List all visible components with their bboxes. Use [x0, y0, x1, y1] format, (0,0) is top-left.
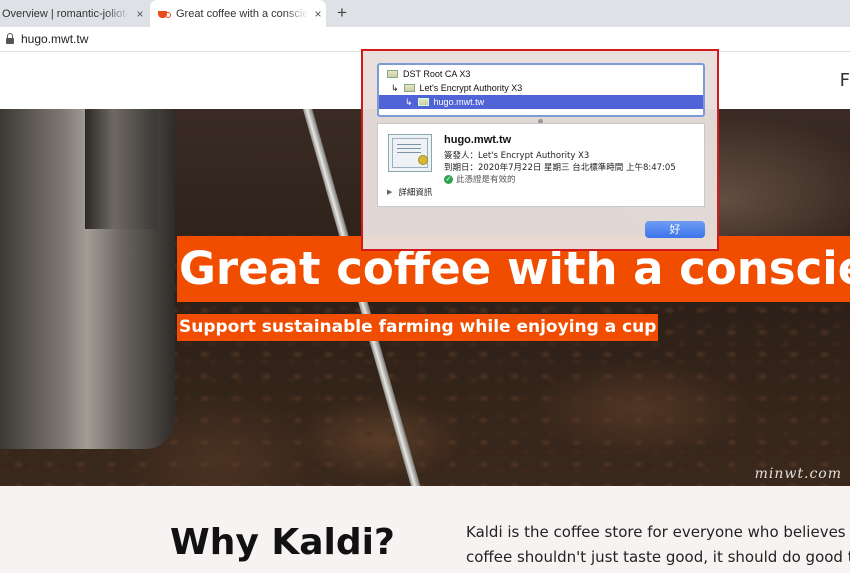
tab-kaldi[interactable]: Great coffee with a conscience ×	[150, 0, 326, 27]
tab-overview[interactable]: Overview | romantic-joliot-57d ×	[0, 0, 148, 27]
certificate-icon	[417, 98, 429, 106]
url-text[interactable]: hugo.mwt.tw	[21, 32, 88, 46]
section-text-line: coffee shouldn't just taste good, it sho…	[466, 548, 850, 566]
section-title: Why Kaldi?	[170, 522, 395, 563]
certificate-icon	[388, 134, 432, 172]
certificate-detail-pane: hugo.mwt.tw 簽發人：Let's Encrypt Authority …	[377, 123, 705, 207]
certificate-dialog: DST Root CA X3 ↳ Let's Encrypt Authority…	[361, 49, 719, 251]
certificate-icon	[387, 70, 398, 78]
branch-arrow-icon: ↳	[405, 96, 413, 107]
close-icon[interactable]: ×	[312, 7, 324, 21]
certificate-chain-tree: DST Root CA X3 ↳ Let's Encrypt Authority…	[377, 63, 705, 117]
nav-item[interactable]: F	[840, 70, 850, 91]
close-icon[interactable]: ×	[134, 7, 146, 21]
certificate-valid-status: ✓ 此憑證是有效的	[444, 173, 516, 185]
details-label: 詳細資訊	[398, 188, 433, 198]
tab-title: Great coffee with a conscience	[176, 7, 308, 20]
disclosure-triangle-icon: ▶	[387, 188, 393, 196]
lock-icon[interactable]	[6, 33, 14, 44]
tab-strip: Overview | romantic-joliot-57d × Great c…	[0, 0, 850, 27]
hero-subtitle: Support sustainable farming while enjoyi…	[177, 314, 659, 341]
chain-item-label: Let's Encrypt Authority X3	[419, 83, 523, 93]
new-tab-button[interactable]: +	[333, 3, 351, 23]
coffee-cup-icon	[158, 9, 171, 19]
details-disclosure[interactable]: ▶ 詳細資訊	[387, 186, 432, 198]
branch-arrow-icon: ↳	[391, 82, 399, 93]
certificate-text-lines	[397, 144, 421, 156]
chain-item-label: hugo.mwt.tw	[433, 97, 485, 107]
chain-item-intermediate[interactable]: ↳ Let's Encrypt Authority X3	[379, 81, 703, 95]
certificate-icon	[403, 84, 415, 92]
ok-button[interactable]: 好	[645, 221, 705, 238]
tab-title: Overview | romantic-joliot-57d	[2, 7, 130, 20]
chain-item-label: DST Root CA X3	[403, 69, 471, 79]
section-text-line: Kaldi is the coffee store for everyone w…	[466, 523, 850, 541]
certificate-issuer: 簽發人：Let's Encrypt Authority X3	[444, 151, 590, 161]
check-circle-icon: ✓	[444, 174, 453, 184]
grinder-cap-image	[85, 109, 157, 229]
certificate-seal	[418, 155, 428, 165]
chain-item-leaf-selected[interactable]: ↳ hugo.mwt.tw	[379, 95, 703, 109]
chain-item-root[interactable]: DST Root CA X3	[379, 67, 703, 81]
why-kaldi-section: Why Kaldi? Kaldi is the coffee store for…	[0, 486, 850, 573]
watermark: minwt.com	[754, 466, 842, 482]
section-text: Kaldi is the coffee store for everyone w…	[466, 520, 850, 570]
certificate-expiry: 到期日：2020年7月22日 星期三 台北標準時間 上午8:47:05	[444, 163, 676, 173]
valid-label: 此憑證是有效的	[456, 175, 516, 185]
certificate-name: hugo.mwt.tw	[444, 134, 512, 146]
